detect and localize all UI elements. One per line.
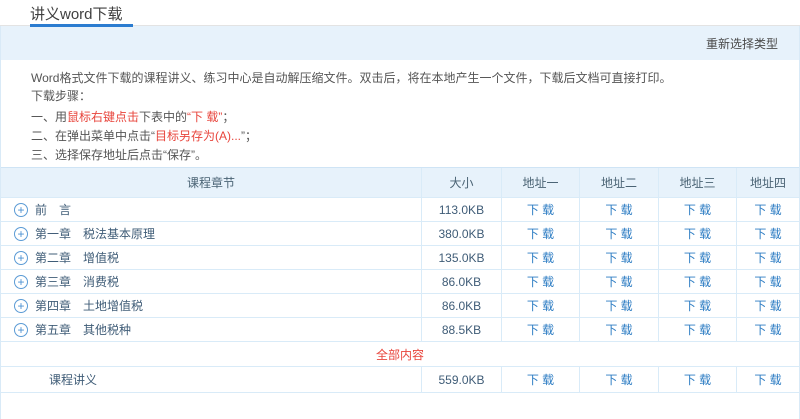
download-link-addr2[interactable]: 下 载 bbox=[605, 321, 632, 338]
file-size: 559.0KB bbox=[421, 367, 501, 392]
download-link-addr3[interactable]: 下 载 bbox=[684, 249, 711, 266]
step1-suffix: ； bbox=[222, 110, 235, 124]
expand-plus-icon[interactable]: + bbox=[14, 298, 28, 313]
download-link-addr3[interactable]: 下 载 bbox=[684, 297, 711, 314]
toolbar-band: 重新选择类型 bbox=[1, 26, 799, 60]
download-link-addr3[interactable]: 下 载 bbox=[684, 225, 711, 242]
download-link-addr1[interactable]: 下 载 bbox=[527, 371, 554, 388]
file-size: 380.0KB bbox=[421, 222, 501, 245]
expand-plus-icon[interactable]: + bbox=[14, 226, 28, 241]
download-link-addr1[interactable]: 下 载 bbox=[527, 321, 554, 338]
download-link-addr4[interactable]: 下 载 bbox=[754, 371, 781, 388]
table-row: + 第四章 土地增值税 86.0KB 下 载 下 载 下 载 下 载 bbox=[1, 294, 799, 318]
download-link-addr4[interactable]: 下 载 bbox=[754, 273, 781, 290]
download-link-addr3[interactable]: 下 载 bbox=[684, 371, 711, 388]
download-link-addr4[interactable]: 下 载 bbox=[754, 225, 781, 242]
download-link-addr2[interactable]: 下 载 bbox=[605, 201, 632, 218]
download-link-addr4[interactable]: 下 载 bbox=[754, 249, 781, 266]
header-addr3: 地址三 bbox=[658, 168, 736, 197]
table-row: + 前 言 113.0KB 下 载 下 载 下 载 下 载 bbox=[1, 198, 799, 222]
chapter-label: 第三章 消费税 bbox=[35, 275, 120, 289]
header-addr2: 地址二 bbox=[579, 168, 658, 197]
download-link-addr2[interactable]: 下 载 bbox=[605, 297, 632, 314]
page: 讲义word下载 重新选择类型 Word格式文件下载的课程讲义、练习中心是自动解… bbox=[0, 0, 800, 419]
content-panel: 重新选择类型 Word格式文件下载的课程讲义、练习中心是自动解压缩文件。双击后，… bbox=[0, 26, 800, 419]
download-link-addr1[interactable]: 下 载 bbox=[527, 273, 554, 290]
reselect-type-link[interactable]: 重新选择类型 bbox=[706, 35, 778, 52]
download-link-addr3[interactable]: 下 载 bbox=[684, 321, 711, 338]
file-size: 135.0KB bbox=[421, 246, 501, 269]
table-row: + 第一章 税法基本原理 380.0KB 下 载 下 载 下 载 下 载 bbox=[1, 222, 799, 246]
table-row-full-content: 课程讲义 559.0KB 下 载 下 载 下 载 下 载 bbox=[1, 367, 799, 393]
intro-text: Word格式文件下载的课程讲义、练习中心是自动解压缩文件。双击后，将在本地产生一… bbox=[31, 71, 672, 85]
step1-mid: 下表中的 bbox=[139, 110, 188, 124]
step-3: 三、选择保存地址后点击“保存”。 bbox=[31, 148, 207, 162]
file-size: 113.0KB bbox=[421, 198, 501, 221]
expand-plus-icon[interactable]: + bbox=[14, 322, 28, 337]
table-header-row: 课程章节 大小 地址一 地址二 地址三 地址四 bbox=[1, 168, 799, 198]
header-chapter: 课程章节 bbox=[186, 176, 235, 190]
page-title: 讲义word下载 bbox=[30, 6, 123, 23]
table-row: + 第三章 消费税 86.0KB 下 载 下 载 下 载 下 载 bbox=[1, 270, 799, 294]
download-link-addr1[interactable]: 下 载 bbox=[527, 297, 554, 314]
steps-title: 下载步骤： bbox=[31, 89, 92, 103]
chapter-label: 第五章 其他税种 bbox=[35, 323, 132, 337]
title-underline bbox=[30, 24, 133, 27]
title-bar: 讲义word下载 bbox=[0, 0, 800, 27]
chapter-label: 第四章 土地增值税 bbox=[35, 299, 144, 313]
download-link-addr4[interactable]: 下 载 bbox=[754, 321, 781, 338]
step2-highlight: 目标另存为(A)... bbox=[155, 129, 241, 143]
expand-plus-icon[interactable]: + bbox=[14, 202, 28, 217]
table-row: + 第五章 其他税种 88.5KB 下 载 下 载 下 载 下 载 bbox=[1, 318, 799, 342]
table-row: + 第二章 增值税 135.0KB 下 载 下 载 下 载 下 载 bbox=[1, 246, 799, 270]
step2-suffix: ”； bbox=[241, 129, 257, 143]
bottom-spacer bbox=[1, 393, 799, 419]
chapter-label: 第二章 增值税 bbox=[35, 251, 120, 265]
step1-highlight-1: 鼠标右键点击 bbox=[67, 110, 140, 124]
header-addr1: 地址一 bbox=[501, 168, 579, 197]
download-link-addr3[interactable]: 下 载 bbox=[684, 273, 711, 290]
expand-plus-icon[interactable]: + bbox=[14, 274, 28, 289]
download-link-addr2[interactable]: 下 载 bbox=[605, 273, 632, 290]
chapter-label: 前 言 bbox=[35, 203, 72, 217]
header-size: 大小 bbox=[421, 168, 501, 197]
instructions-block: Word格式文件下载的课程讲义、练习中心是自动解压缩文件。双击后，将在本地产生一… bbox=[1, 60, 799, 167]
step1-highlight-2: “下 载” bbox=[187, 110, 223, 124]
download-link-addr3[interactable]: 下 载 bbox=[684, 201, 711, 218]
download-link-addr4[interactable]: 下 载 bbox=[754, 201, 781, 218]
download-table: 课程章节 大小 地址一 地址二 地址三 地址四 + 前 言 113.0KB 下 载… bbox=[1, 167, 799, 393]
download-link-addr1[interactable]: 下 载 bbox=[527, 249, 554, 266]
section-all-content: 全部内容 bbox=[1, 342, 799, 367]
download-link-addr1[interactable]: 下 载 bbox=[527, 225, 554, 242]
step-2: 二、在弹出菜单中点击“目标另存为(A)...”； bbox=[31, 127, 779, 145]
file-size: 88.5KB bbox=[421, 318, 501, 341]
chapter-label: 课程讲义 bbox=[49, 373, 98, 387]
header-addr4: 地址四 bbox=[736, 168, 799, 197]
download-link-addr1[interactable]: 下 载 bbox=[527, 201, 554, 218]
download-link-addr2[interactable]: 下 载 bbox=[605, 249, 632, 266]
step1-prefix: 一、用 bbox=[31, 110, 68, 124]
expand-plus-icon[interactable]: + bbox=[14, 250, 28, 265]
download-link-addr2[interactable]: 下 载 bbox=[605, 371, 632, 388]
file-size: 86.0KB bbox=[421, 294, 501, 317]
download-link-addr4[interactable]: 下 载 bbox=[754, 297, 781, 314]
chapter-label: 第一章 税法基本原理 bbox=[35, 227, 156, 241]
step-1: 一、用鼠标右键点击下表中的“下 载”； bbox=[31, 108, 779, 126]
file-size: 86.0KB bbox=[421, 270, 501, 293]
step2-prefix: 二、在弹出菜单中点击“ bbox=[31, 129, 155, 143]
download-link-addr2[interactable]: 下 载 bbox=[605, 225, 632, 242]
